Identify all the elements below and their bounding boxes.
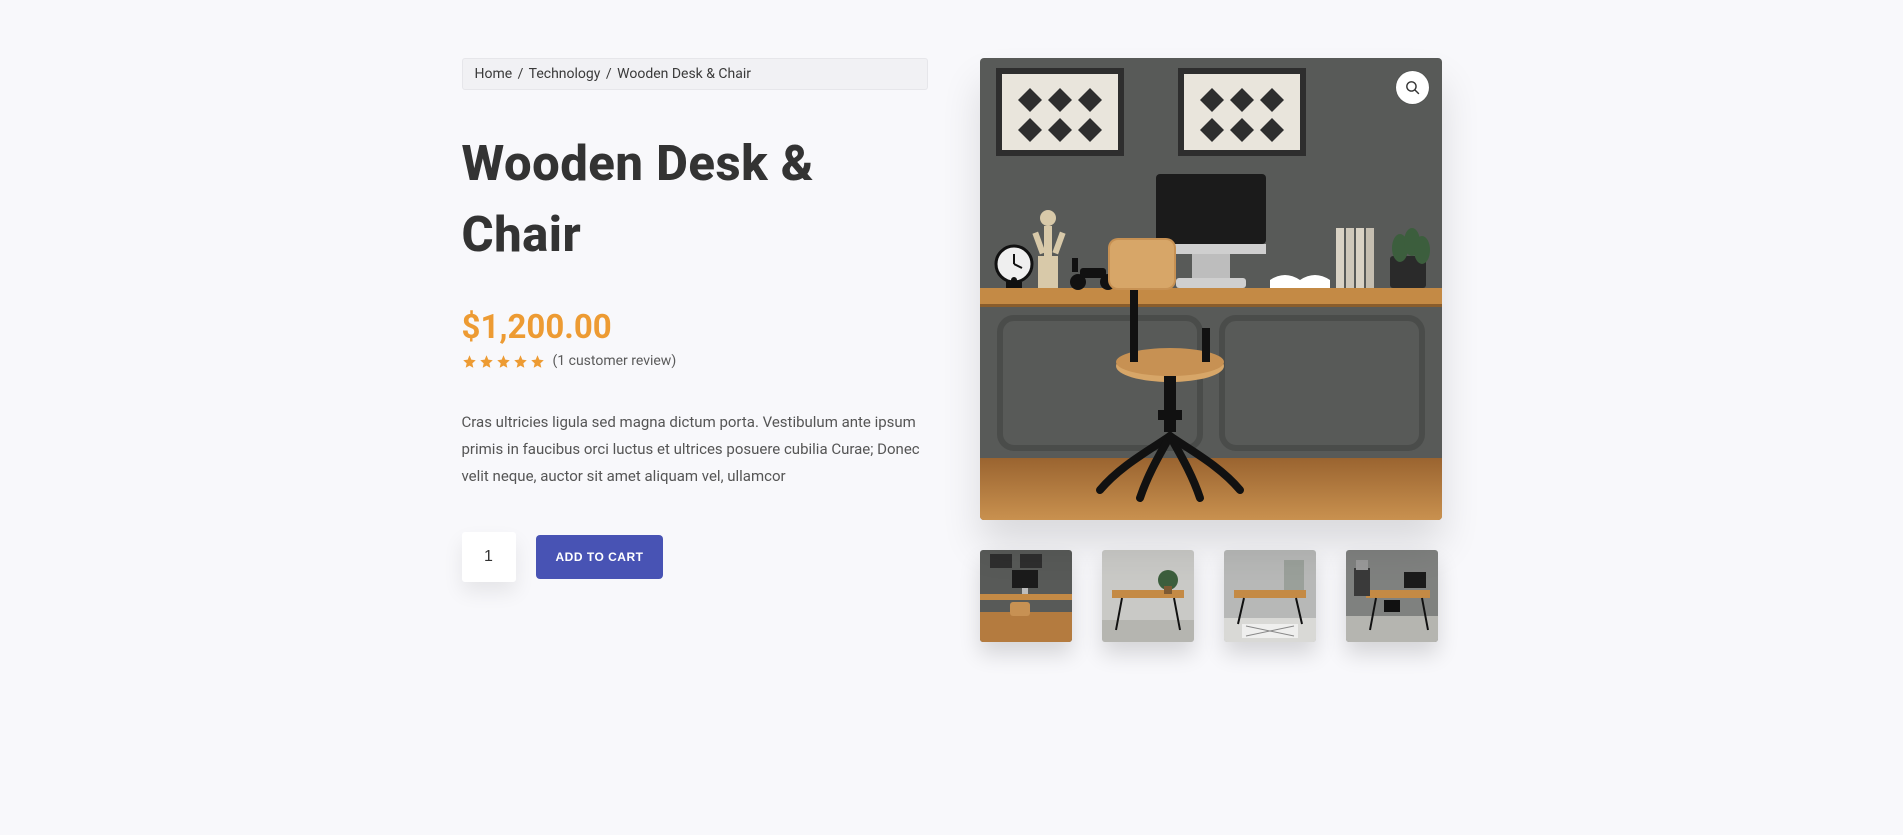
breadcrumb-home[interactable]: Home — [475, 66, 513, 82]
review-count-link[interactable]: (1 customer review) — [553, 353, 677, 369]
quantity-input[interactable] — [462, 532, 516, 582]
star-icon — [496, 354, 511, 369]
currency-symbol: $ — [462, 308, 481, 347]
breadcrumb-separator: / — [604, 66, 614, 82]
price-amount: 1,200.00 — [480, 308, 611, 347]
product-main-image[interactable] — [980, 58, 1442, 520]
breadcrumb-separator: / — [516, 66, 526, 82]
add-to-cart-button[interactable]: ADD TO CART — [536, 535, 664, 579]
product-title: Wooden Desk & Chair — [462, 128, 928, 270]
thumbnail-3[interactable] — [1224, 550, 1316, 642]
star-icon — [513, 354, 528, 369]
search-icon — [1404, 79, 1421, 96]
breadcrumb: Home / Technology / Wooden Desk & Chair — [462, 58, 928, 90]
thumbnail-1[interactable] — [980, 550, 1072, 642]
breadcrumb-category[interactable]: Technology — [529, 66, 601, 82]
product-short-description: Cras ultricies ligula sed magna dictum p… — [462, 409, 928, 490]
star-icon — [479, 354, 494, 369]
breadcrumb-current: Wooden Desk & Chair — [617, 66, 751, 82]
product-price: $1,200.00 — [462, 308, 928, 347]
thumbnail-4[interactable] — [1346, 550, 1438, 642]
star-icon — [530, 354, 545, 369]
thumbnail-strip — [980, 550, 1442, 642]
star-rating — [462, 354, 545, 369]
rating-row: (1 customer review) — [462, 353, 928, 369]
thumbnail-2[interactable] — [1102, 550, 1194, 642]
star-icon — [462, 354, 477, 369]
zoom-button[interactable] — [1396, 71, 1429, 104]
add-to-cart-form: ADD TO CART — [462, 532, 928, 582]
